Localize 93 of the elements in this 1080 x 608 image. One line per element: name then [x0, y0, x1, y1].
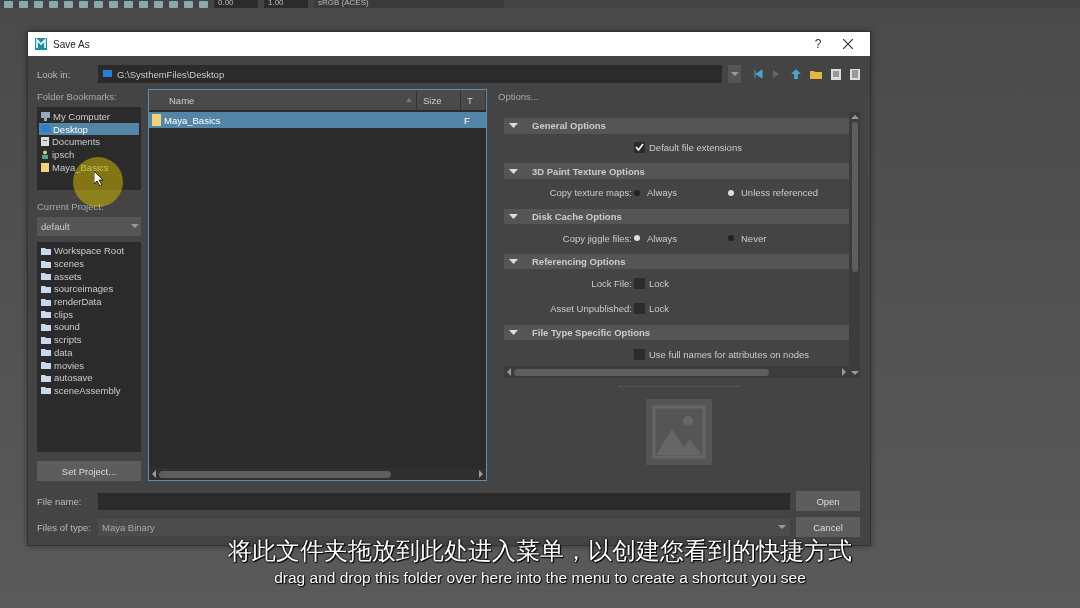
radio-dot[interactable] [728, 235, 734, 241]
cancel-button[interactable]: Cancel [796, 517, 860, 537]
expanded-arrow-icon [509, 121, 518, 131]
folder-item[interactable]: sceneAssembly [39, 384, 139, 397]
bookmark-item[interactable]: Desktop [39, 122, 139, 136]
close-icon [843, 39, 853, 49]
folder-item[interactable]: sourceimages [39, 282, 139, 296]
folder-item[interactable]: Workspace Root [39, 244, 139, 258]
value-field[interactable]: 0.00 [214, 0, 258, 8]
monitor-icon [41, 125, 50, 134]
section-header[interactable]: Disk Cache Options [504, 208, 849, 225]
folder-icon [41, 162, 49, 172]
color-space-dropdown[interactable]: sRGB (ACES) [314, 0, 504, 8]
option-label: Copy texture maps: [548, 187, 633, 199]
expanded-arrow-icon [509, 328, 518, 338]
bookmark-item[interactable]: ipsch [39, 148, 139, 161]
set-project-button[interactable]: Set Project... [37, 461, 141, 481]
radio-dot[interactable] [634, 189, 640, 196]
document-icon [41, 137, 49, 147]
folder-item[interactable]: scripts [39, 333, 139, 346]
file-name-label: File name: [37, 495, 83, 507]
look-in-label: Look in: [37, 68, 72, 80]
checkbox[interactable] [634, 277, 645, 289]
file-row[interactable]: Maya_Basics F [149, 112, 486, 128]
file-type-dropdown[interactable]: Maya Binary [98, 518, 790, 536]
look-in-field[interactable]: G:\SysthemFiles\Desktop [98, 65, 722, 83]
column-header[interactable]: T [461, 90, 486, 110]
radio-option[interactable]: Never [728, 232, 822, 244]
column-header[interactable]: Size [417, 90, 461, 110]
section-header[interactable]: General Options [504, 118, 849, 134]
horizontal-scrollbar[interactable] [149, 468, 486, 480]
open-button[interactable]: Open [796, 491, 860, 511]
folder-item[interactable]: renderData [39, 295, 139, 308]
vertical-scrollbar[interactable] [849, 112, 860, 378]
checkbox[interactable] [634, 141, 645, 153]
folder-item[interactable]: scenes [39, 257, 139, 270]
back-icon[interactable] [753, 69, 763, 79]
radio-dot[interactable] [634, 235, 640, 241]
checkbox-option[interactable]: Default file extensions [634, 141, 849, 153]
sort-icon [406, 98, 412, 102]
value-field[interactable]: 1.00 [264, 0, 308, 8]
folder-icon [152, 114, 161, 126]
monitor-icon [103, 70, 112, 78]
file-type-label: Files of type: [37, 521, 92, 533]
checkbox-option[interactable]: Use full names for attributes on nodes [634, 348, 849, 360]
bookmark-item[interactable]: Maya_Basics [39, 160, 139, 174]
folder-item[interactable]: assets [39, 269, 139, 283]
section-header[interactable]: 3D Paint Texture Options [504, 163, 849, 179]
radio-option[interactable]: Always [634, 187, 728, 199]
option-label: Copy jiggle files: [561, 232, 633, 244]
dropdown-button[interactable] [728, 65, 741, 83]
checkbox-option[interactable]: Lock [634, 303, 849, 315]
horizontal-scrollbar[interactable] [504, 366, 849, 378]
detail-view-icon[interactable] [850, 68, 860, 80]
expanded-arrow-icon [509, 257, 518, 267]
bookmark-item[interactable]: My Computer [39, 110, 139, 123]
app-logo-icon [35, 38, 47, 50]
radio-option[interactable]: Always [634, 232, 728, 244]
subtitle: drag and drop this folder over here into the menu to create a shortcut you see [274, 569, 806, 587]
folder-item[interactable]: sound [39, 320, 139, 334]
options-title: Options... [498, 90, 540, 104]
expanded-arrow-icon [509, 166, 518, 176]
window-title: Save As [53, 38, 91, 50]
cursor-icon [94, 171, 104, 186]
help-button[interactable]: ? [806, 34, 830, 54]
checkbox[interactable] [634, 348, 645, 360]
computer-icon [41, 111, 50, 121]
new-folder-icon[interactable] [810, 69, 822, 79]
section-header[interactable]: File Type Specific Options [504, 324, 849, 341]
option-label: Lock File: [590, 277, 633, 289]
list-view-icon[interactable] [831, 68, 841, 80]
column-header[interactable]: Name [149, 90, 417, 110]
image-placeholder-icon [646, 399, 712, 465]
radio-option[interactable]: Unless referenced [728, 187, 822, 199]
radio-dot[interactable] [728, 189, 734, 196]
subtitle: 将此文件夹拖放到此处进入菜单，以创建您看到的快捷方式 [228, 536, 852, 567]
check-icon [635, 143, 644, 152]
checkbox[interactable] [634, 303, 645, 315]
project-dropdown[interactable]: default [37, 216, 141, 236]
file-name-field[interactable] [98, 492, 790, 510]
up-icon[interactable] [791, 69, 801, 79]
checkbox-option[interactable]: Lock [634, 277, 849, 289]
section-header[interactable]: Referencing Options [504, 253, 849, 270]
folder-item[interactable]: movies [39, 358, 139, 372]
folder-item[interactable]: clips [39, 307, 139, 321]
folder-item[interactable]: data [39, 346, 139, 359]
expanded-arrow-icon [509, 211, 518, 221]
current-project-label: Current Project: [37, 199, 105, 214]
bookmarks-label: Folder Bookmarks: [37, 90, 118, 104]
user-icon [41, 149, 49, 159]
bookmark-item[interactable]: Documents [39, 135, 139, 149]
folder-item[interactable]: autosave [39, 371, 139, 385]
option-label: Asset Unpublished: [549, 303, 633, 315]
